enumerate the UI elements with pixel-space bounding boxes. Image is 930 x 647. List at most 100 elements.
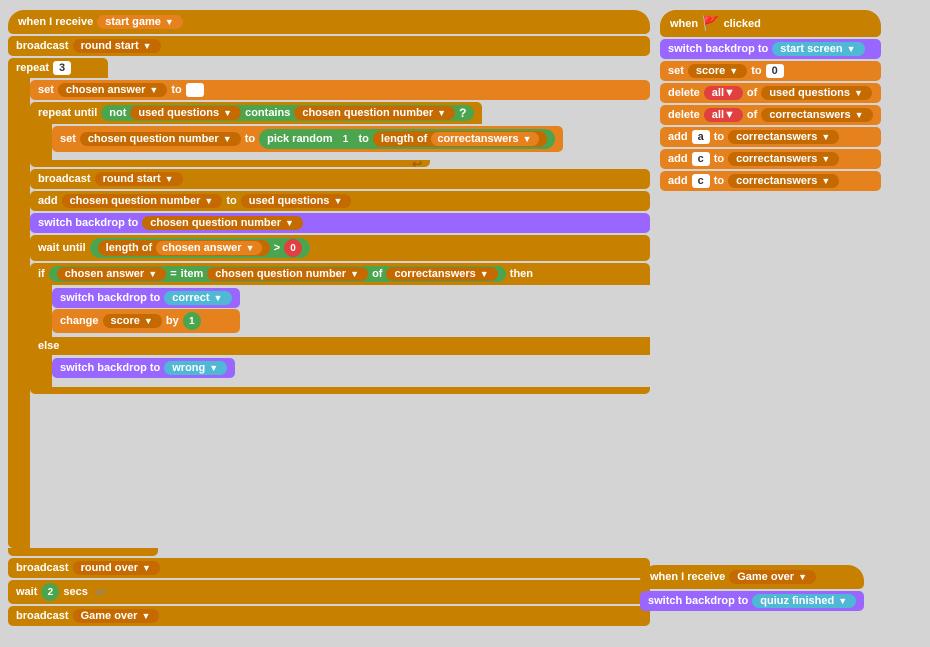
add-a-val[interactable]: a: [692, 130, 710, 144]
chosen-answer2-arrow[interactable]: ▼: [246, 243, 256, 253]
switch-correct-block[interactable]: switch backdrop to correct ▼: [52, 288, 240, 308]
broadcast-roundstart2-block[interactable]: broadcast round start ▼: [30, 169, 650, 189]
set-score-block[interactable]: set score ▼ to 0: [660, 61, 881, 81]
set-chosen-answer-block[interactable]: set chosen answer ▼ to: [30, 80, 650, 100]
broadcast2-msg-pill[interactable]: round start ▼: [95, 172, 183, 186]
start-screen-pill[interactable]: start screen ▼: [772, 42, 864, 56]
wait-secs-block[interactable]: wait 2 secs ↩: [8, 580, 650, 604]
correctanswers4-pill[interactable]: correctanswers ▼: [728, 152, 839, 166]
used-questions-arrow[interactable]: ▼: [223, 108, 233, 118]
correct-arrow[interactable]: ▼: [214, 293, 224, 303]
gameover-msg-arrow[interactable]: ▼: [141, 611, 151, 621]
wrong-pill[interactable]: wrong ▼: [164, 361, 227, 375]
add-a-block[interactable]: add a to correctanswers ▼: [660, 127, 881, 147]
when-clicked-hat[interactable]: when 🚩 clicked: [660, 10, 881, 37]
correctanswers5-pill[interactable]: correctanswers ▼: [728, 174, 839, 188]
roundover-msg-pill[interactable]: round over ▼: [73, 561, 160, 575]
chosen-answer-pill[interactable]: chosen answer ▼: [58, 83, 167, 97]
when-receive-block[interactable]: when I receive start game ▼: [8, 10, 650, 34]
item-qnum-pill[interactable]: chosen question number ▼: [207, 267, 368, 281]
used-questions-pill[interactable]: used questions ▼: [130, 106, 241, 120]
repeat-count[interactable]: 3: [53, 61, 71, 75]
set-qnum-block[interactable]: set chosen question number ▼ to pick ran…: [52, 126, 563, 152]
correctanswers3-pill[interactable]: correctanswers ▼: [728, 130, 839, 144]
correctanswers3-arrow[interactable]: ▼: [821, 132, 831, 142]
broadcast2-msg-arrow[interactable]: ▼: [165, 174, 175, 184]
repeat-until-header[interactable]: repeat until not used questions ▼ contai…: [30, 102, 482, 124]
item-list-pill[interactable]: correctanswers ▼: [386, 267, 497, 281]
used-questions2-arrow[interactable]: ▼: [854, 88, 864, 98]
broadcast-roundover-block[interactable]: broadcast round over ▼: [8, 558, 650, 578]
gameover-msg-pill[interactable]: Game over ▼: [73, 609, 160, 623]
switch-backdrop-val-pill[interactable]: chosen question number ▼: [142, 216, 303, 230]
add-c2-block[interactable]: add c to correctanswers ▼: [660, 171, 881, 191]
correctanswers5-arrow[interactable]: ▼: [821, 176, 831, 186]
correctanswers-arrow[interactable]: ▼: [523, 134, 533, 144]
correctanswers4-arrow[interactable]: ▼: [821, 154, 831, 164]
score-pill[interactable]: score ▼: [103, 314, 162, 328]
gameover-receive-arrow[interactable]: ▼: [798, 572, 808, 582]
delete-correctanswers-block[interactable]: delete all▼ of correctanswers ▼: [660, 105, 881, 125]
finished-pill[interactable]: quiuz finished ▼: [752, 594, 856, 608]
chosen-answer-arrow[interactable]: ▼: [149, 85, 159, 95]
chosen-answer2-pill[interactable]: chosen answer ▼: [156, 241, 261, 255]
chosen-qnum2-pill[interactable]: chosen question number ▼: [80, 132, 241, 146]
score2-arrow[interactable]: ▼: [729, 66, 739, 76]
add-list-arrow[interactable]: ▼: [333, 196, 343, 206]
broadcast-gameover-block[interactable]: broadcast Game over ▼: [8, 606, 650, 626]
chosen-qnum-pill[interactable]: chosen question number ▼: [294, 106, 455, 120]
set-empty-box[interactable]: [186, 83, 204, 97]
correctanswers2-arrow[interactable]: ▼: [855, 110, 865, 120]
gameover-receive-pill[interactable]: Game over ▼: [729, 570, 816, 584]
wait-until-block[interactable]: wait until length of chosen answer ▼ > 0: [30, 235, 650, 261]
switch-start-screen-block[interactable]: switch backdrop to start screen ▼: [660, 39, 881, 59]
if-chosen-answer-pill[interactable]: chosen answer ▼: [57, 267, 166, 281]
item-qnum-arrow[interactable]: ▼: [350, 269, 360, 279]
wrong-arrow[interactable]: ▼: [209, 363, 219, 373]
add-qnum-block[interactable]: add chosen question number ▼ to used que…: [30, 191, 650, 211]
add-list-pill[interactable]: used questions ▼: [241, 194, 352, 208]
add-qnum-arrow[interactable]: ▼: [204, 196, 214, 206]
length-chosen-pill[interactable]: length of chosen answer ▼: [98, 240, 270, 256]
score-zero-box[interactable]: 0: [766, 64, 784, 78]
receive-msg-arrow[interactable]: ▼: [165, 17, 175, 27]
add-c1-val[interactable]: c: [692, 152, 710, 166]
length-of-pill[interactable]: length of correctanswers ▼: [373, 131, 547, 147]
add-c1-block[interactable]: add c to correctanswers ▼: [660, 149, 881, 169]
correctanswers-pill[interactable]: correctanswers ▼: [431, 132, 538, 146]
if-header[interactable]: if chosen answer ▼ = item chosen questio…: [30, 263, 650, 285]
change-score-block[interactable]: change score ▼ by 1: [52, 309, 240, 333]
switch-backdrop-qnum-block[interactable]: switch backdrop to chosen question numbe…: [30, 213, 650, 233]
correctanswers2-pill[interactable]: correctanswers ▼: [761, 108, 872, 122]
chosen-qnum-arrow[interactable]: ▼: [437, 108, 447, 118]
correctanswers4-label: correctanswers: [736, 153, 817, 165]
finished-arrow[interactable]: ▼: [838, 596, 848, 606]
length-gt-pill[interactable]: length of chosen answer ▼ > 0: [90, 238, 310, 258]
switch-finished-block[interactable]: switch backdrop to quiuz finished ▼: [640, 591, 864, 611]
add-qnum-pill[interactable]: chosen question number ▼: [62, 194, 223, 208]
correct-pill[interactable]: correct ▼: [164, 291, 231, 305]
score2-pill[interactable]: score ▼: [688, 64, 747, 78]
switch-wrong-block[interactable]: switch backdrop to wrong ▼: [52, 358, 235, 378]
if-chosen-answer-arrow[interactable]: ▼: [148, 269, 158, 279]
delete-all2-pill[interactable]: all▼: [704, 108, 743, 122]
broadcast-msg-arrow[interactable]: ▼: [143, 41, 153, 51]
delete-all-pill[interactable]: all▼: [704, 86, 743, 100]
roundover-msg-arrow[interactable]: ▼: [142, 563, 152, 573]
not-contains-pill[interactable]: not used questions ▼ contains chosen que…: [101, 105, 474, 121]
receive-msg-pill[interactable]: start game ▼: [97, 15, 183, 29]
if-condition-pill[interactable]: chosen answer ▼ = item chosen question n…: [49, 266, 506, 282]
score-arrow[interactable]: ▼: [144, 316, 154, 326]
broadcast-roundstart-block[interactable]: broadcast round start ▼: [8, 36, 650, 56]
when-receive-gameover-hat[interactable]: when I receive Game over ▼: [640, 565, 864, 589]
item-list-arrow[interactable]: ▼: [480, 269, 490, 279]
chosen-qnum2-arrow[interactable]: ▼: [223, 134, 233, 144]
add-c2-val[interactable]: c: [692, 174, 710, 188]
switch-backdrop-arrow[interactable]: ▼: [285, 218, 295, 228]
start-screen-arrow[interactable]: ▼: [847, 44, 857, 54]
pick-random-pill[interactable]: pick random 1 to length of correctanswer…: [259, 129, 555, 149]
delete-used-questions-block[interactable]: delete all▼ of used questions ▼: [660, 83, 881, 103]
repeat-3-header[interactable]: repeat 3: [8, 58, 108, 78]
used-questions2-pill[interactable]: used questions ▼: [761, 86, 872, 100]
broadcast-msg-pill[interactable]: round start ▼: [73, 39, 161, 53]
